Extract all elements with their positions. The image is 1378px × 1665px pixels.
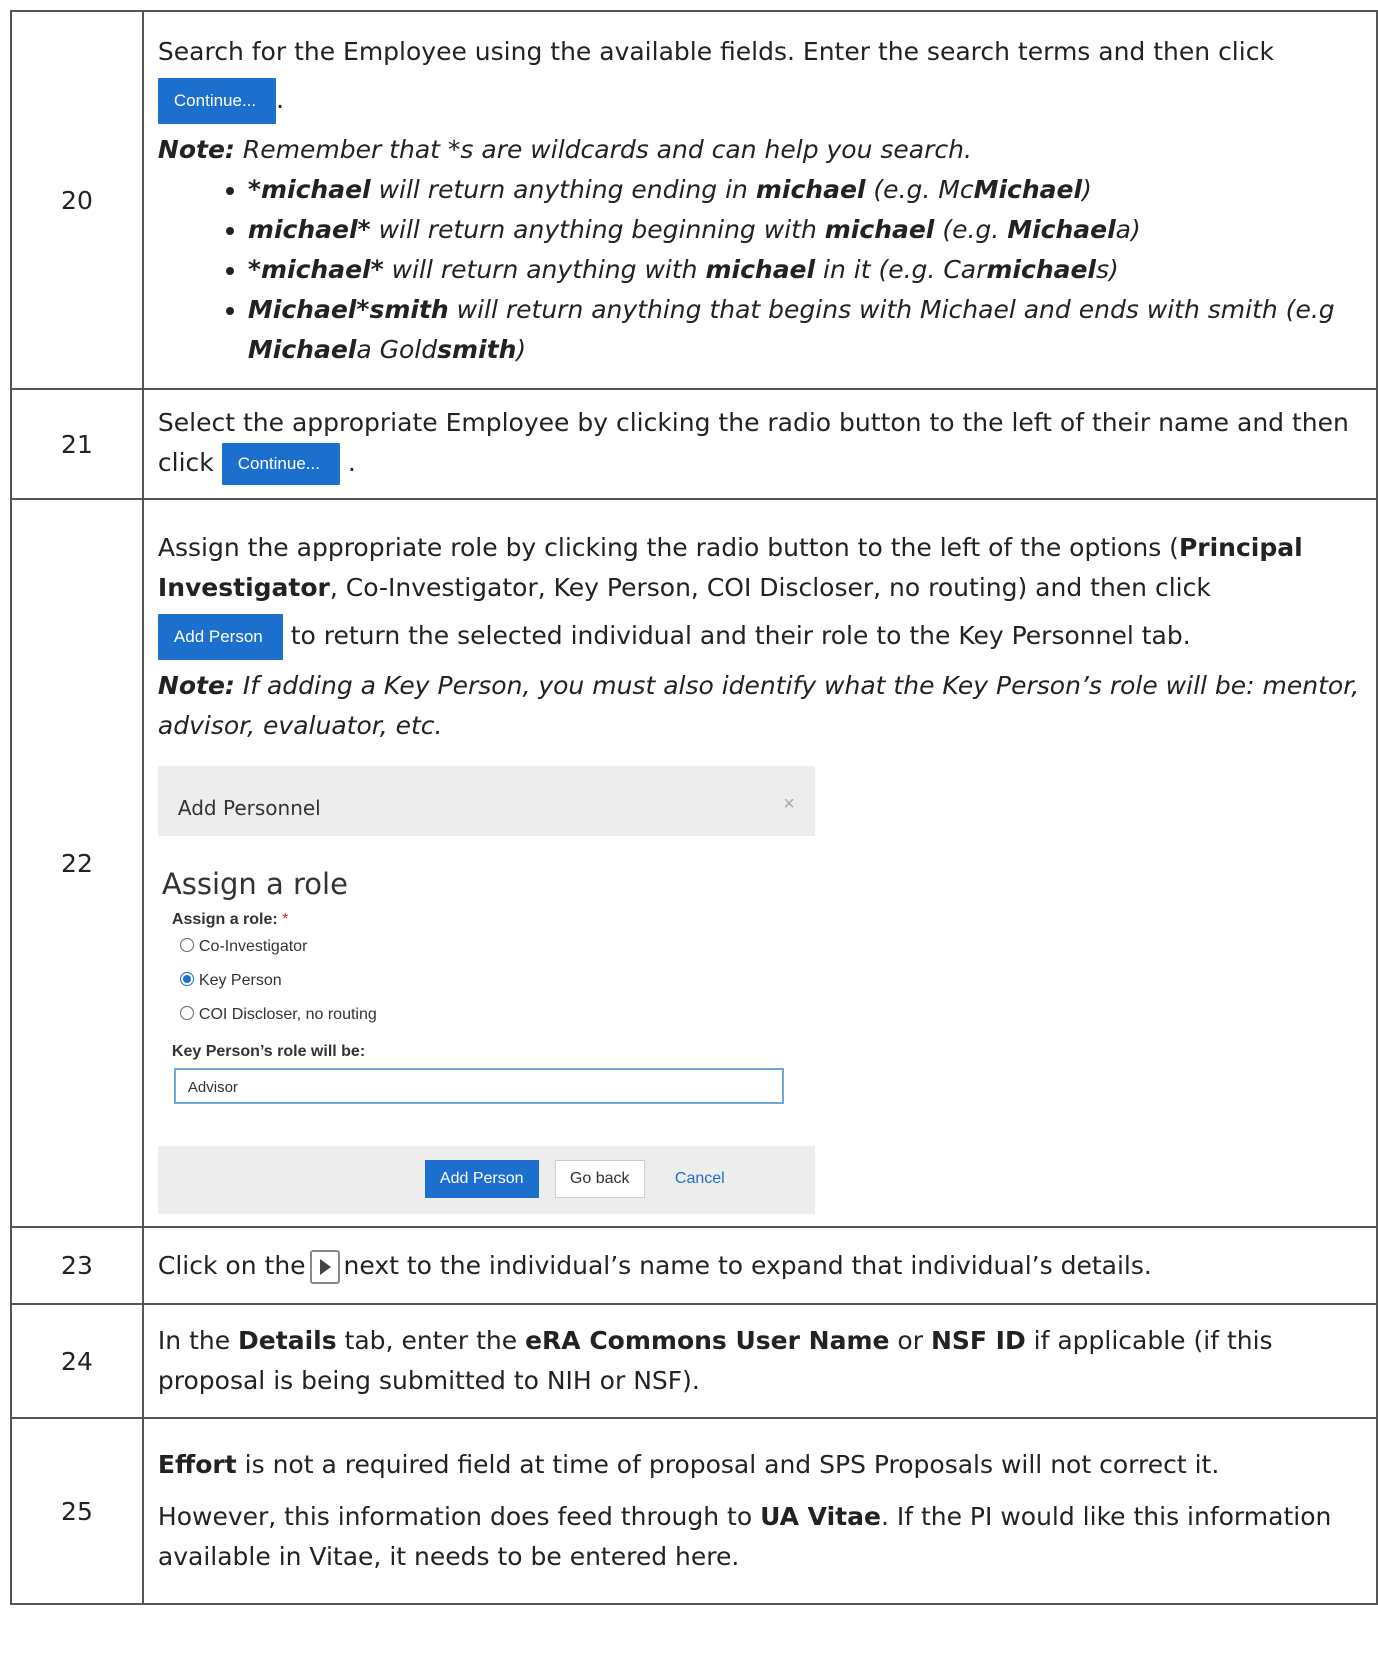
step-number: 21: [10, 388, 144, 500]
list-item: *michael will return anything ending in …: [248, 170, 1376, 210]
go-back-button[interactable]: Go back: [554, 1160, 645, 1198]
key-person-role-label: Key Person’s role will be:: [171, 1043, 366, 1060]
step-content: In the Details tab, enter the eRA Common…: [141, 1303, 1378, 1419]
radio-icon[interactable]: [179, 1006, 194, 1020]
note: Note: If adding a Key Person, you must a…: [157, 671, 1360, 740]
role-label: Assign a role: *: [171, 911, 289, 928]
step-content: Select the appropriate Employee by click…: [141, 388, 1378, 500]
instructions-table: 20 Search for the Employee using the ava…: [10, 10, 1378, 1605]
add-person-button[interactable]: Add Person: [157, 614, 283, 660]
note: Note: Remember that *s are wildcards and…: [157, 135, 972, 164]
radio-co-investigator[interactable]: Co-Investigator: [162, 930, 815, 964]
table-row: 23 Click on the next to the individual’s …: [10, 1226, 1378, 1305]
add-person-button[interactable]: Add Person: [424, 1160, 539, 1198]
table-row: 24 In the Details tab, enter the eRA Com…: [10, 1303, 1378, 1419]
cancel-link[interactable]: Cancel: [675, 1160, 725, 1198]
table-row: 25 Effort is not a required field at tim…: [10, 1417, 1378, 1605]
step-content: Click on the next to the individual’s nam…: [141, 1226, 1378, 1305]
step-number: 23: [10, 1226, 144, 1305]
radio-icon[interactable]: [179, 938, 194, 952]
dialog-body: Assign a role Assign a role: * Co-Invest…: [158, 836, 815, 1104]
table-row: 21 Select the appropriate Employee by cl…: [10, 388, 1378, 500]
expand-arrow-icon: [309, 1249, 340, 1284]
add-personnel-dialog: Add Personnel × Assign a role Assign a r…: [157, 766, 815, 1214]
step-number: 22: [10, 498, 144, 1228]
list-item: *michael* will return anything with mich…: [248, 250, 1376, 290]
table-row: 20 Search for the Employee using the ava…: [10, 10, 1378, 390]
list-item: Michael*smith will return anything that …: [248, 290, 1376, 370]
close-icon[interactable]: ×: [783, 784, 795, 824]
step-content: Search for the Employee using the availa…: [141, 10, 1378, 390]
continue-button[interactable]: Continue...: [221, 443, 340, 485]
table-row: 22 Assign the appropriate role by clicki…: [10, 498, 1378, 1228]
step-number: 24: [10, 1303, 144, 1419]
step-text: Search for the Employee using the availa…: [157, 37, 1274, 66]
dialog-footer: Add Person Go back Cancel: [157, 1146, 815, 1214]
dialog-header: Add Personnel ×: [157, 766, 815, 836]
step-content: Effort is not a required field at time o…: [141, 1417, 1378, 1605]
wildcard-list: *michael will return anything ending in …: [158, 170, 1376, 370]
step-number: 20: [10, 10, 144, 390]
step-number: 25: [10, 1417, 144, 1605]
continue-button[interactable]: Continue...: [157, 78, 277, 124]
dialog-heading: Assign a role: [161, 867, 348, 901]
radio-selected-icon[interactable]: [179, 972, 194, 986]
radio-key-person[interactable]: Key Person: [162, 964, 815, 998]
radio-coi-discloser[interactable]: COI Discloser, no routing: [162, 998, 815, 1032]
step-content: Assign the appropriate role by clicking …: [141, 498, 1378, 1228]
list-item: michael* will return anything beginning …: [248, 210, 1376, 250]
dialog-title: Add Personnel: [177, 796, 321, 820]
key-person-role-input[interactable]: Advisor: [173, 1068, 784, 1104]
